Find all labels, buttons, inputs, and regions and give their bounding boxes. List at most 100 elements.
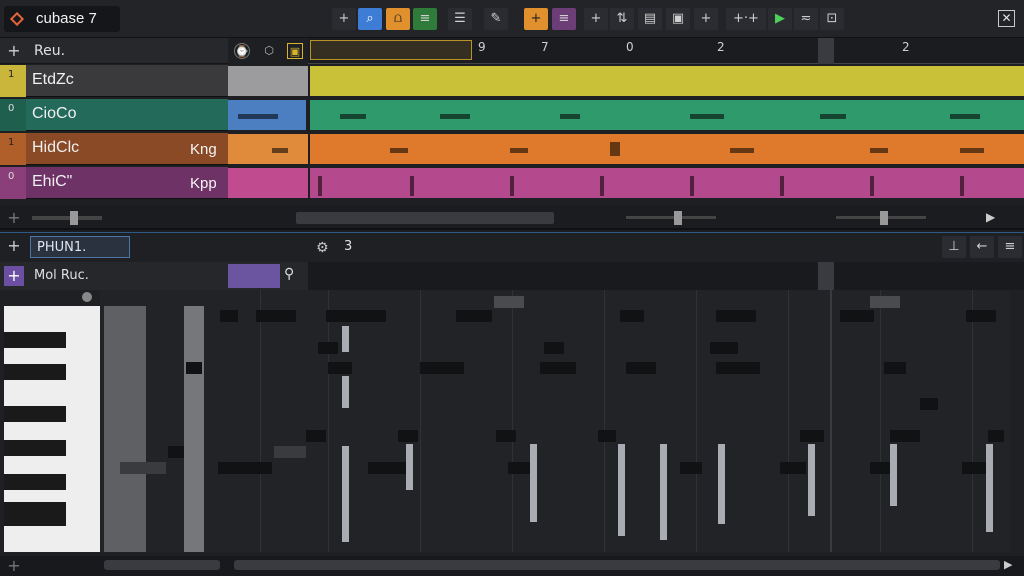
playhead-marker[interactable] [818,38,834,64]
audio-event[interactable] [228,168,308,198]
record-settings-icon[interactable]: ≂ [794,8,818,30]
mute-tool-icon[interactable]: ▣ [666,8,690,30]
midi-note[interactable] [716,362,760,374]
track-name[interactable]: EtdZc [32,71,74,89]
editor-add-icon[interactable]: + [4,236,24,256]
editor-zoom-scrollbar[interactable] [104,560,220,570]
velocity-bar[interactable] [530,444,537,522]
black-key[interactable] [4,474,66,490]
midi-note[interactable] [256,310,296,322]
midi-note[interactable] [920,398,938,410]
midi-note[interactable] [274,446,306,458]
midi-note[interactable] [890,430,920,442]
horizontal-scrollbar[interactable] [296,212,554,224]
midi-note[interactable] [368,462,408,474]
glue-tool-icon[interactable]: + [584,8,608,30]
track-name[interactable]: HidClc [32,139,79,157]
black-key[interactable] [4,332,66,348]
midi-note[interactable] [962,462,988,474]
quantize-icon[interactable]: ⚙ [316,240,329,256]
track-lane[interactable] [228,65,1024,97]
zoom-slider-handle[interactable] [674,211,682,225]
editor-scroll-right-icon[interactable]: ▶ [1004,558,1012,571]
add-lane-icon[interactable]: + [4,208,24,228]
velocity-bar[interactable] [618,444,625,536]
midi-note[interactable] [218,462,272,474]
editor-title-field[interactable]: PHUN1. [30,236,130,258]
velocity-bar[interactable] [342,326,349,352]
zoom-tool-icon[interactable]: ▤ [638,8,662,30]
mixer-tool-icon[interactable]: ≡ [413,8,437,30]
velocity-bar[interactable] [342,376,349,408]
midi-note[interactable] [220,310,238,322]
instrument-color-swatch[interactable] [228,264,280,288]
editor-tool-icon[interactable]: ⊥ [942,236,966,258]
midi-note[interactable] [966,310,996,322]
add-track-plus-icon[interactable]: + [4,41,24,61]
audio-event[interactable] [228,66,308,96]
velocity-bar[interactable] [660,444,667,540]
velocity-bar[interactable] [406,444,413,490]
midi-note[interactable] [870,296,900,308]
velocity-bar[interactable] [718,444,725,524]
editor-ruler[interactable] [308,262,1024,290]
midi-note[interactable] [318,342,338,354]
midi-note[interactable] [508,462,530,474]
note-grid[interactable] [100,290,1010,552]
midi-note[interactable] [456,310,492,322]
midi-note[interactable] [328,362,352,374]
editor-menu-icon[interactable]: ≡ [998,236,1022,258]
marker-icon[interactable]: ▣ [287,43,303,59]
track-header[interactable]: 0 EhiC" Kpp [0,167,228,199]
keyboard-zoom-icon[interactable] [82,292,92,302]
track-header[interactable]: 0 CioCo [0,99,228,131]
midi-note[interactable] [680,462,702,474]
midi-part[interactable] [310,100,1024,130]
midi-note[interactable] [544,342,564,354]
track-header[interactable]: 1 HidClc Kng [0,133,228,165]
midi-note[interactable] [496,430,516,442]
midi-note[interactable] [420,362,464,374]
track-zoom-slider[interactable] [32,216,102,220]
loop-range[interactable] [310,40,472,60]
midi-note[interactable] [840,310,874,322]
midi-note[interactable] [884,362,906,374]
editor-playhead[interactable] [818,262,834,290]
track-name[interactable]: CioCo [32,105,76,123]
time-warp-icon[interactable]: + [694,8,718,30]
zoom-slider-handle[interactable] [70,211,78,225]
quantize-value[interactable]: 3 [344,239,352,254]
track-lane[interactable] [228,99,1024,131]
black-key[interactable] [4,364,66,380]
editor-nudge-icon[interactable]: ← [970,236,994,258]
editor-horizontal-scrollbar[interactable] [234,560,1000,570]
midi-note[interactable] [988,430,1004,442]
midi-note[interactable] [120,462,166,474]
velocity-bar[interactable] [808,444,815,516]
midi-note[interactable] [540,362,576,374]
velocity-bar[interactable] [890,444,897,506]
add-part-icon[interactable]: + [524,8,548,30]
piano-keyboard[interactable] [4,306,100,552]
midi-note[interactable] [306,430,326,442]
midi-note[interactable] [326,310,386,322]
track-lane[interactable] [228,167,1024,199]
black-key[interactable] [4,406,66,422]
time-icon[interactable]: ⌚ [234,43,250,59]
search-tool-icon[interactable]: ⌕ [358,8,382,30]
split-tool-icon[interactable]: ≡ [552,8,576,30]
add-track-icon[interactable]: + [332,8,356,30]
track-lane[interactable] [228,133,1024,165]
zoom-slider-handle[interactable] [880,211,888,225]
midi-note[interactable] [780,462,806,474]
black-key[interactable] [4,440,66,456]
midi-note[interactable] [620,310,644,322]
midi-note[interactable] [494,296,524,308]
audio-event[interactable] [228,134,308,164]
midi-note[interactable] [398,430,418,442]
midi-note[interactable] [800,430,824,442]
play-icon[interactable]: ▶ [768,8,792,30]
midi-part[interactable] [310,134,1024,164]
velocity-bar[interactable] [342,446,349,542]
midi-note[interactable] [168,446,184,458]
